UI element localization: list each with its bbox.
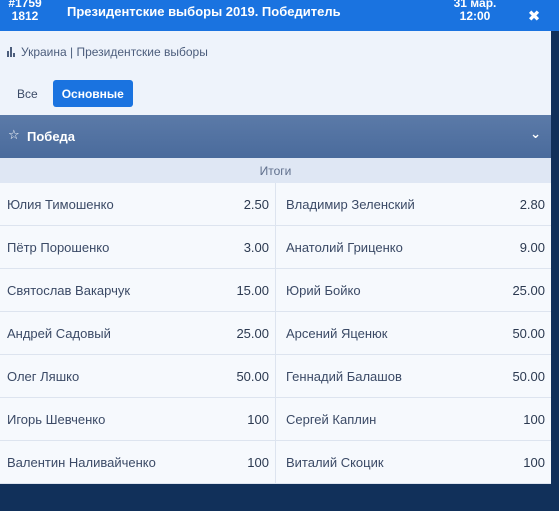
- candidate-name: Арсений Яценюк: [286, 325, 388, 341]
- candidate-name: Юлия Тимошенко: [7, 196, 114, 212]
- event-header: #1759 1812 Президентские выборы 2019. По…: [0, 0, 559, 31]
- odds-cell[interactable]: Пётр Порошенко 3.00: [0, 226, 275, 268]
- event-title: Президентские выборы 2019. Победитель: [67, 4, 341, 19]
- candidate-name: Сергей Каплин: [286, 411, 377, 427]
- odds-value: 2.80: [519, 196, 545, 212]
- odds-cell[interactable]: Виталий Скоцик 100: [275, 441, 551, 483]
- odds-cell[interactable]: Валентин Наливайченко 100: [0, 441, 275, 483]
- odds-value: 100: [523, 411, 545, 427]
- odds-value: 50.00: [512, 325, 545, 341]
- odds-cell[interactable]: Юлия Тимошенко 2.50: [0, 183, 275, 225]
- odds-row: Юлия Тимошенко 2.50 Владимир Зеленский 2.8…: [0, 183, 551, 226]
- candidate-name: Игорь Шевченко: [7, 411, 106, 427]
- odds-value: 50.00: [236, 368, 269, 384]
- odds-value: 3.00: [243, 239, 269, 255]
- candidate-name: Владимир Зеленский: [286, 196, 415, 212]
- event-id-code: 1812: [11, 9, 39, 23]
- odds-row: Святослав Вакарчук 15.00 Юрий Бойко 25.00: [0, 269, 551, 312]
- candidate-name: Виталий Скоцик: [286, 454, 384, 470]
- close-button[interactable]: ✖: [509, 0, 559, 31]
- event-id: #1759 1812: [0, 0, 50, 23]
- candidate-name: Юрий Бойко: [286, 282, 361, 298]
- odds-row: Пётр Порошенко 3.00 Анатолий Гриценко 9.00: [0, 226, 551, 269]
- event-date-time: 12:00: [459, 9, 491, 23]
- odds-value: 100: [523, 454, 545, 470]
- close-icon: ✖: [527, 7, 541, 25]
- odds-row: Игорь Шевченко 100 Сергей Каплин 100: [0, 398, 551, 441]
- odds-value: 9.00: [519, 239, 545, 255]
- odds-grid: Юлия Тимошенко 2.50 Владимир Зеленский 2.8…: [0, 183, 551, 484]
- star-icon[interactable]: ☆: [8, 127, 20, 143]
- odds-value: 50.00: [512, 368, 545, 384]
- odds-cell[interactable]: Игорь Шевченко 100: [0, 398, 275, 440]
- tab-bar: Все Основные: [8, 80, 133, 107]
- odds-value: 100: [247, 411, 269, 427]
- candidate-name: Олег Ляшко: [7, 368, 80, 384]
- odds-value: 25.00: [512, 282, 545, 298]
- candidate-name: Анатолий Гриценко: [286, 239, 403, 255]
- odds-cell[interactable]: Анатолий Гриценко 9.00: [275, 226, 551, 268]
- market-title: Победа: [27, 129, 76, 144]
- market-panel: Украина | Президентские выборы Все Основ…: [0, 31, 551, 484]
- odds-cell[interactable]: Юрий Бойко 25.00: [275, 269, 551, 311]
- candidate-name: Геннадий Балашов: [286, 368, 402, 384]
- event-date: 31 мар. 12:00: [440, 0, 510, 23]
- results-subheader: Итоги: [0, 158, 551, 183]
- odds-cell[interactable]: Сергей Каплин 100: [275, 398, 551, 440]
- breadcrumb-text[interactable]: Украина | Президентские выборы: [21, 45, 208, 59]
- tab-main[interactable]: Основные: [52, 80, 133, 107]
- odds-value: 100: [247, 454, 269, 470]
- odds-cell[interactable]: Арсений Яценюк 50.00: [275, 312, 551, 354]
- odds-row: Андрей Садовый 25.00 Арсений Яценюк 50.00: [0, 312, 551, 355]
- breadcrumb: Украина | Президентские выборы: [7, 45, 208, 59]
- odds-value: 2.50: [243, 196, 269, 212]
- odds-cell[interactable]: Геннадий Балашов 50.00: [275, 355, 551, 397]
- tab-all[interactable]: Все: [8, 80, 47, 107]
- candidate-name: Пётр Порошенко: [7, 239, 110, 255]
- chevron-down-icon[interactable]: ⌄: [530, 126, 541, 142]
- candidate-name: Валентин Наливайченко: [7, 454, 156, 470]
- odds-cell[interactable]: Святослав Вакарчук 15.00: [0, 269, 275, 311]
- odds-row: Олег Ляшко 50.00 Геннадий Балашов 50.00: [0, 355, 551, 398]
- market-header[interactable]: ☆ Победа ⌄: [0, 115, 551, 158]
- odds-cell[interactable]: Владимир Зеленский 2.80: [275, 183, 551, 225]
- odds-value: 15.00: [236, 282, 269, 298]
- candidate-name: Андрей Садовый: [7, 325, 111, 341]
- chart-bars-icon: [7, 47, 15, 57]
- candidate-name: Святослав Вакарчук: [7, 282, 131, 298]
- odds-cell[interactable]: Андрей Садовый 25.00: [0, 312, 275, 354]
- odds-row: Валентин Наливайченко 100 Виталий Скоцик 1…: [0, 441, 551, 484]
- odds-value: 25.00: [236, 325, 269, 341]
- odds-cell[interactable]: Олег Ляшко 50.00: [0, 355, 275, 397]
